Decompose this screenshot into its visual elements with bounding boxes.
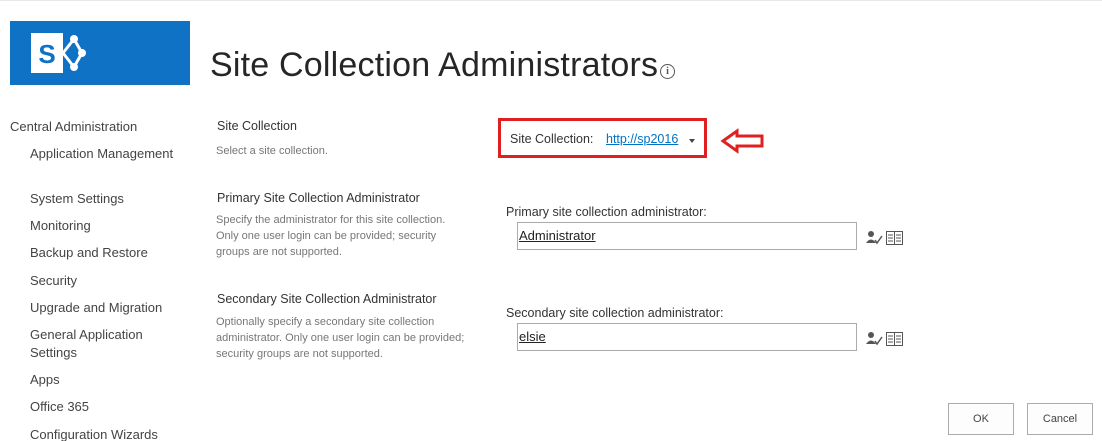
secondary-admin-input[interactable]: elsie bbox=[517, 323, 857, 351]
primary-admin-value: Administrator bbox=[519, 228, 596, 243]
section-title-primary-admin: Primary Site Collection Administrator bbox=[217, 191, 420, 205]
section-title-site-collection: Site Collection bbox=[217, 119, 297, 133]
browse-address-book-icon[interactable] bbox=[886, 231, 903, 245]
page-title: Site Collection Administrators bbox=[210, 46, 659, 84]
nav-item-application-management[interactable]: Application Management bbox=[30, 145, 190, 163]
section-title-secondary-admin: Secondary Site Collection Administrator bbox=[217, 292, 437, 306]
secondary-admin-label: Secondary site collection administrator: bbox=[506, 306, 724, 320]
red-arrow-annotation-icon bbox=[720, 128, 764, 154]
nav-central-administration[interactable]: Central Administration bbox=[10, 119, 137, 134]
nav-item-upgrade-and-migration[interactable]: Upgrade and Migration bbox=[30, 299, 190, 317]
check-names-icon[interactable] bbox=[866, 230, 883, 246]
info-icon[interactable]: i bbox=[660, 64, 675, 79]
dropdown-caret-icon[interactable] bbox=[689, 139, 695, 143]
nav-item-backup-and-restore[interactable]: Backup and Restore bbox=[30, 244, 190, 262]
site-collection-label: Site Collection: bbox=[510, 132, 594, 146]
nav-item-configuration-wizards[interactable]: Configuration Wizards bbox=[30, 426, 190, 441]
nav-item-apps[interactable]: Apps bbox=[30, 371, 190, 389]
top-border bbox=[0, 0, 1102, 1]
site-collection-selector[interactable]: http://sp2016 bbox=[606, 132, 678, 146]
section-desc-secondary-admin: Optionally specify a secondary site coll… bbox=[216, 316, 465, 360]
nav-item-general-application-settings[interactable]: General Application Settings bbox=[30, 326, 190, 362]
nav-item-monitoring[interactable]: Monitoring bbox=[30, 217, 190, 235]
browse-address-book-icon[interactable] bbox=[886, 332, 903, 346]
section-desc-site-collection: Select a site collection. bbox=[216, 145, 328, 157]
cancel-button[interactable]: Cancel bbox=[1027, 403, 1093, 435]
nav-item-security[interactable]: Security bbox=[30, 272, 190, 290]
sharepoint-logo-icon: S bbox=[31, 33, 86, 73]
ok-button[interactable]: OK bbox=[948, 403, 1014, 435]
sharepoint-logo[interactable]: S bbox=[10, 21, 190, 85]
primary-admin-input[interactable]: Administrator bbox=[517, 222, 857, 250]
secondary-admin-value: elsie bbox=[519, 329, 546, 344]
section-desc-primary-admin: Specify the administrator for this site … bbox=[216, 214, 446, 258]
nav-item-office-365[interactable]: Office 365 bbox=[30, 398, 190, 416]
check-names-icon[interactable] bbox=[866, 331, 883, 347]
nav-item-system-settings[interactable]: System Settings bbox=[30, 190, 190, 208]
primary-admin-label: Primary site collection administrator: bbox=[506, 205, 707, 219]
svg-text:S: S bbox=[38, 39, 55, 69]
